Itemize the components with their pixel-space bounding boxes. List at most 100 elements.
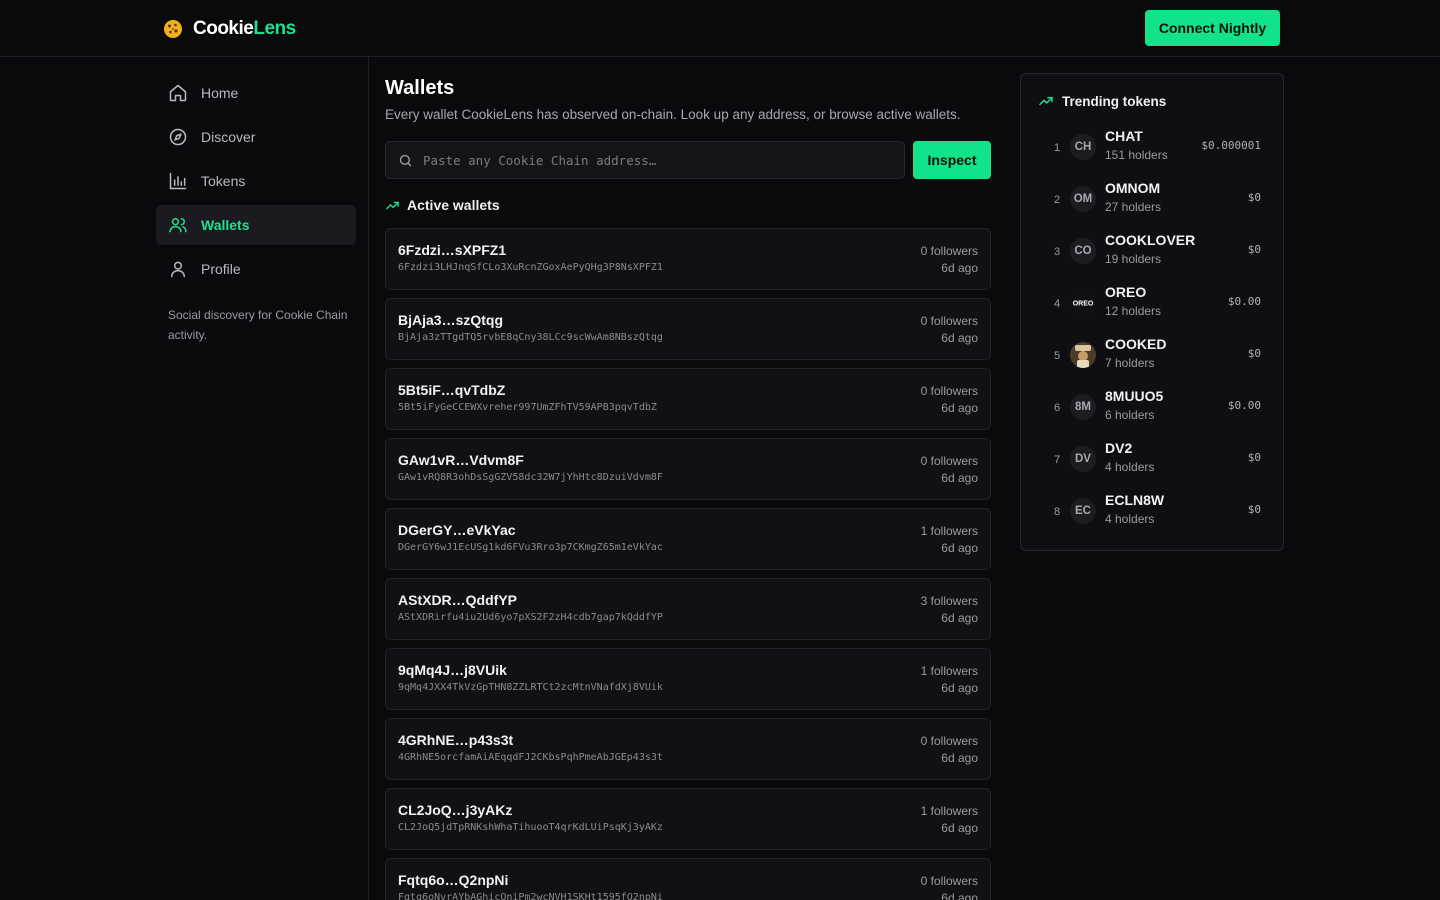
trending-tokens-panel: Trending tokens 1 CH CHAT 151 holders $0… xyxy=(1020,73,1284,551)
compass-icon xyxy=(169,128,187,146)
wallet-last-seen: 6d ago xyxy=(941,891,978,900)
connect-wallet-button[interactable]: Connect Nightly xyxy=(1145,10,1280,46)
wallet-last-seen: 6d ago xyxy=(941,821,978,835)
sidebar-item-tokens[interactable]: Tokens xyxy=(156,161,356,201)
token-row[interactable]: 4 OREO OREO 12 holders $0.00 xyxy=(1021,280,1285,332)
token-name: OMNOM xyxy=(1105,180,1161,196)
token-avatar: EC xyxy=(1070,498,1096,524)
page-title: Wallets xyxy=(385,77,455,99)
token-name: 8MUUO5 xyxy=(1105,388,1164,404)
page-subtitle: Every wallet CookieLens has observed on-… xyxy=(385,107,961,122)
wallet-followers: 0 followers xyxy=(920,874,978,888)
wallet-followers: 1 followers xyxy=(920,664,978,678)
wallet-card[interactable]: 9qMq4J…j8VUik 9qMq4JXX4TkVzGpTHN8ZZLRTCt… xyxy=(385,648,991,710)
token-row[interactable]: 5 COOKED 7 holders $0 xyxy=(1021,332,1285,384)
wallet-short-address: 9qMq4J…j8VUik xyxy=(398,662,507,678)
token-holders: 19 holders xyxy=(1105,252,1162,266)
sidebar-item-label: Discover xyxy=(201,129,256,145)
sidebar-item-wallets[interactable]: Wallets xyxy=(156,205,356,245)
token-price: $0.000001 xyxy=(1201,139,1261,152)
wallet-card[interactable]: 5Bt5iF…qvTdbZ 5Bt5iFyGeCCEWXvreher997UmZ… xyxy=(385,368,991,430)
home-icon xyxy=(169,84,187,102)
active-wallets-heading: Active wallets xyxy=(385,197,500,213)
search-icon xyxy=(399,154,412,166)
wallet-card[interactable]: AStXDR…QddfYP AStXDRirfu4iu2Ud6yo7pXS2F2… xyxy=(385,578,991,640)
section-title: Active wallets xyxy=(407,197,500,213)
wallet-full-address: 5Bt5iFyGeCCEWXvreher997UmZFhTV59APB3pqvT… xyxy=(398,402,657,413)
wallet-card[interactable]: CL2JoQ…j3yAKz CL2JoQ5jdTpRNKshWhaTihuooT… xyxy=(385,788,991,850)
token-row[interactable]: 2 OM OMNOM 27 holders $0 xyxy=(1021,176,1285,228)
sidebar-item-label: Wallets xyxy=(201,217,250,233)
cooked-token-image-icon xyxy=(1070,342,1096,368)
wallet-followers: 1 followers xyxy=(920,804,978,818)
users-icon xyxy=(169,218,187,233)
token-row[interactable]: 8 EC ECLN8W 4 holders $0 xyxy=(1021,488,1285,540)
token-price: $0 xyxy=(1247,243,1261,256)
token-row[interactable]: 6 8M 8MUUO5 6 holders $0.00 xyxy=(1021,384,1285,436)
token-holders: 4 holders xyxy=(1105,512,1155,526)
wallet-full-address: 6Fzdzi3LHJnqSfCLo3XuRcnZGoxAePyQHg3P8NsX… xyxy=(398,262,663,273)
token-logo-oreo: OREO xyxy=(1070,290,1096,316)
wallet-last-seen: 6d ago xyxy=(941,261,978,275)
brand-name-part1: Cookie xyxy=(193,18,254,39)
token-avatar: OM xyxy=(1070,186,1096,212)
token-price: $0.00 xyxy=(1227,295,1261,308)
token-price: $0 xyxy=(1247,503,1261,516)
sidebar-tagline: Social discovery for Cookie Chain activi… xyxy=(168,308,348,342)
token-row[interactable]: 1 CH CHAT 151 holders $0.000001 xyxy=(1021,124,1285,176)
wallet-last-seen: 6d ago xyxy=(941,681,978,695)
wallet-short-address: BjAja3…szQtqg xyxy=(398,312,504,328)
token-row[interactable]: 7 DV DV2 4 holders $0 xyxy=(1021,436,1285,488)
wallet-last-seen: 6d ago xyxy=(941,541,978,555)
user-icon xyxy=(171,261,185,278)
brand-logo[interactable]: CookieLens xyxy=(163,18,296,40)
wallet-followers: 3 followers xyxy=(920,594,978,608)
wallet-followers: 0 followers xyxy=(920,734,978,748)
token-avatar: 8M xyxy=(1070,394,1096,420)
inspect-button[interactable]: Inspect xyxy=(913,141,991,179)
wallet-short-address: Fqtq6o…Q2npNi xyxy=(398,872,509,888)
token-holders: 27 holders xyxy=(1105,200,1162,214)
wallet-card[interactable]: 4GRhNE…p43s3t 4GRhNE5orcfamAiAEqqdFJ2CKb… xyxy=(385,718,991,780)
token-row[interactable]: 3 CO COOKLOVER 19 holders $0 xyxy=(1021,228,1285,280)
sidebar-item-home[interactable]: Home xyxy=(156,73,356,113)
svg-text:OREO: OREO xyxy=(1073,301,1094,308)
token-name: COOKLOVER xyxy=(1105,232,1196,248)
sidebar-item-label: Home xyxy=(201,85,239,101)
wallet-full-address: GAw1vRQ8R3ohDsSgGZV58dc32W7jYhHtc8DzuiVd… xyxy=(398,472,663,483)
wallet-followers: 0 followers xyxy=(920,454,978,468)
wallet-card[interactable]: Fqtq6o…Q2npNi Fqtq6oNvrAYbAGhicQniPm2wcN… xyxy=(385,858,991,900)
sidebar: Home Discover Tokens Wallets Profile Soc… xyxy=(156,57,369,900)
token-rank: 1 xyxy=(1053,142,1061,154)
wallet-short-address: CL2JoQ…j3yAKz xyxy=(398,802,513,818)
wallet-card[interactable]: GAw1vR…Vdvm8F GAw1vRQ8R3ohDsSgGZV58dc32W… xyxy=(385,438,991,500)
token-price: $0 xyxy=(1247,347,1261,360)
sidebar-item-discover[interactable]: Discover xyxy=(156,117,356,157)
token-price: $0.00 xyxy=(1227,399,1261,412)
address-search-input[interactable] xyxy=(423,152,893,168)
token-name: OREO xyxy=(1105,284,1147,300)
token-rank: 3 xyxy=(1053,246,1061,258)
wallet-card[interactable]: 6Fzdzi…sXPFZ1 6Fzdzi3LHJnqSfCLo3XuRcnZGo… xyxy=(385,228,991,290)
sidebar-item-profile[interactable]: Profile xyxy=(156,249,356,289)
wallet-full-address: AStXDRirfu4iu2Ud6yo7pXS2F2zH4cdb7gap7kQd… xyxy=(398,612,663,623)
wallet-short-address: AStXDR…QddfYP xyxy=(398,592,517,608)
token-avatar: DV xyxy=(1070,446,1096,472)
wallet-last-seen: 6d ago xyxy=(941,611,978,625)
wallet-followers: 0 followers xyxy=(920,384,978,398)
wallet-followers: 1 followers xyxy=(920,524,978,538)
oreo-logo-icon: OREO xyxy=(1070,290,1096,316)
token-rank: 6 xyxy=(1053,402,1061,414)
token-rank: 8 xyxy=(1053,506,1061,518)
token-name: DV2 xyxy=(1105,440,1133,456)
wallet-card[interactable]: DGerGY…eVkYac DGerGY6wJ1EcUSg1kd6FVu3Rro… xyxy=(385,508,991,570)
wallet-list: 6Fzdzi…sXPFZ1 6Fzdzi3LHJnqSfCLo3XuRcnZGo… xyxy=(385,228,991,900)
wallet-last-seen: 6d ago xyxy=(941,331,978,345)
token-price: $0 xyxy=(1247,451,1261,464)
wallet-last-seen: 6d ago xyxy=(941,751,978,765)
token-holders: 4 holders xyxy=(1105,460,1155,474)
trending-up-icon xyxy=(1039,96,1053,106)
wallet-full-address: 4GRhNE5orcfamAiAEqqdFJ2CKbsPqhPmeAbJGEp4… xyxy=(398,752,663,763)
wallet-card[interactable]: BjAja3…szQtqg BjAja3zTTgdTQ5rvbE8qCny38L… xyxy=(385,298,991,360)
token-image-cooked xyxy=(1070,342,1096,368)
